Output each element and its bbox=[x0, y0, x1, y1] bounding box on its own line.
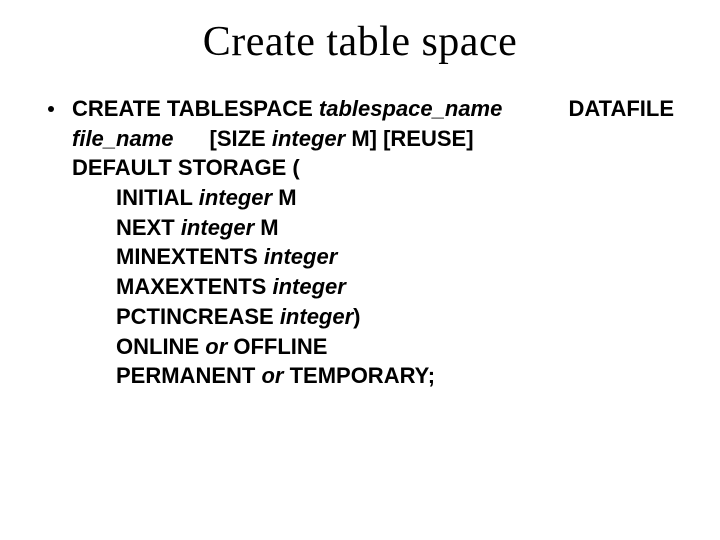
slide-title: Create table space bbox=[40, 18, 680, 66]
line-minextents: MINEXTENTS integer bbox=[72, 242, 680, 272]
line-next: NEXT integer M bbox=[72, 213, 680, 243]
line-permanent-temporary: PERMANENT or TEMPORARY; bbox=[72, 361, 680, 391]
kw-or-1: or bbox=[205, 334, 227, 359]
param-tablespace-name: tablespace_name bbox=[319, 96, 502, 121]
kw-online: ONLINE bbox=[116, 334, 199, 359]
param-integer-min: integer bbox=[264, 244, 337, 269]
kw-next: NEXT bbox=[116, 215, 175, 240]
kw-temporary: TEMPORARY; bbox=[283, 363, 435, 388]
kw-size-close: M] [REUSE] bbox=[345, 126, 473, 151]
kw-initial-suffix: M bbox=[272, 185, 296, 210]
kw-next-suffix: M bbox=[254, 215, 278, 240]
bullet-icon bbox=[48, 106, 54, 112]
param-integer-next: integer bbox=[181, 215, 254, 240]
param-integer-initial: integer bbox=[199, 185, 272, 210]
kw-maxextents: MAXEXTENTS bbox=[116, 274, 266, 299]
line-default-storage: DEFAULT STORAGE ( bbox=[72, 153, 680, 183]
line-filename: file_name [SIZE integer M] [REUSE] bbox=[72, 124, 680, 154]
kw-create-tablespace: CREATE TABLESPACE bbox=[72, 96, 313, 121]
kw-minextents: MINEXTENTS bbox=[116, 244, 258, 269]
kw-offline: OFFLINE bbox=[227, 334, 327, 359]
slide-body: CREATE TABLESPACE tablespace_name DATAFI… bbox=[40, 94, 680, 391]
slide: Create table space CREATE TABLESPACE tab… bbox=[0, 0, 720, 391]
kw-datafile: DATAFILE bbox=[569, 94, 675, 124]
line-maxextents: MAXEXTENTS integer bbox=[72, 272, 680, 302]
line-online-offline: ONLINE or OFFLINE bbox=[72, 332, 680, 362]
line-pctincrease: PCTINCREASE integer) bbox=[72, 302, 680, 332]
kw-initial: INITIAL bbox=[116, 185, 193, 210]
line-create: CREATE TABLESPACE tablespace_name DATAFI… bbox=[72, 94, 680, 124]
line-initial: INITIAL integer M bbox=[72, 183, 680, 213]
kw-or-2: or bbox=[261, 363, 283, 388]
bullet-item: CREATE TABLESPACE tablespace_name DATAFI… bbox=[40, 94, 680, 391]
param-integer-max: integer bbox=[272, 274, 345, 299]
syntax-block: CREATE TABLESPACE tablespace_name DATAFI… bbox=[72, 94, 680, 391]
param-integer-size: integer bbox=[272, 126, 345, 151]
param-integer-pct: integer bbox=[280, 304, 353, 329]
param-file-name: file_name bbox=[72, 126, 174, 151]
kw-size-open: [SIZE bbox=[210, 126, 266, 151]
kw-pctincrease: PCTINCREASE bbox=[116, 304, 274, 329]
kw-permanent: PERMANENT bbox=[116, 363, 255, 388]
kw-pct-close: ) bbox=[353, 304, 360, 329]
